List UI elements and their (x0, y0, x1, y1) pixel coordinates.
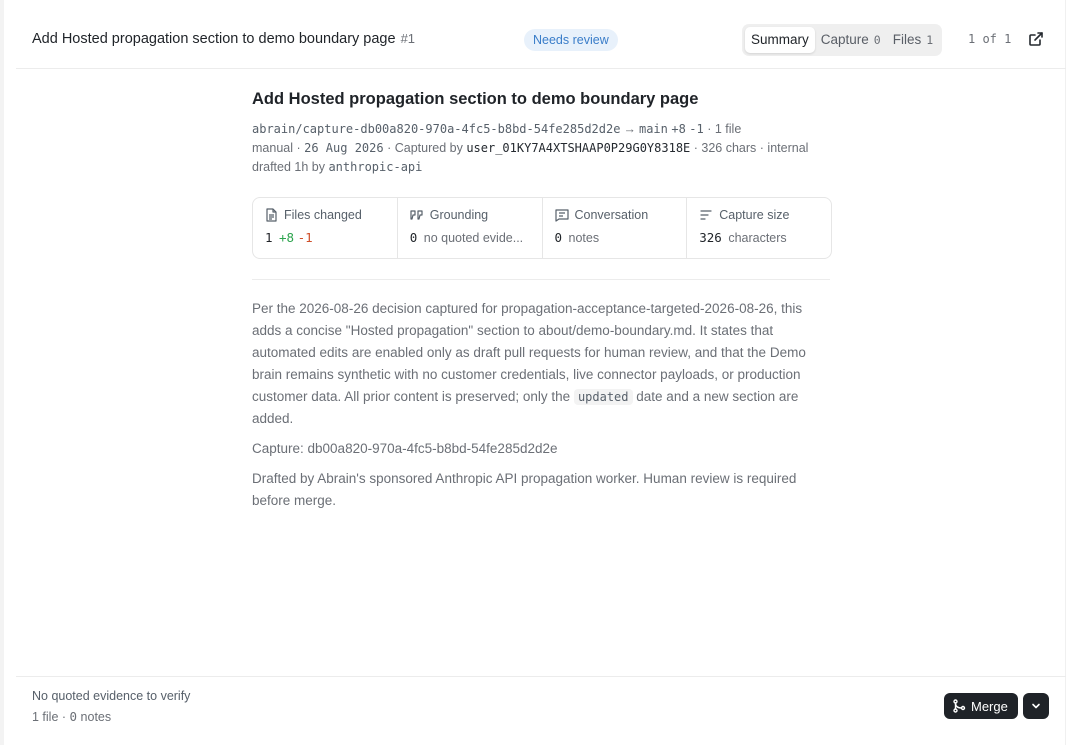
tab-files-label: Files (892, 32, 922, 47)
grounding-value: 0 no quoted evide... (410, 230, 530, 245)
conversation-text: notes (568, 231, 600, 245)
header-bar: Add Hosted propagation section to demo b… (16, 0, 1066, 69)
pr-number: #1 (400, 31, 416, 46)
captured-by-user: user_01KY7A4XTSHAAP0P29G0Y8318E (466, 141, 691, 155)
header-title-text: Add Hosted propagation section to demo b… (32, 31, 396, 47)
branch-line: abrain/capture-db00a820-970a-4fc5-b8bd-5… (252, 120, 832, 139)
drafted-prefix: drafted 1h by (252, 160, 325, 174)
chevron-down-icon (1032, 703, 1040, 709)
capture-size-label-row: Capture size (699, 208, 819, 222)
files-changed-label: Files changed (284, 208, 362, 222)
drafted-line: drafted 1h by anthropic-api (252, 158, 832, 177)
capture-date: 26 Aug 2026 (304, 141, 384, 155)
pr-title: Add Hosted propagation section to demo b… (252, 90, 699, 108)
tab-capture-count: 0 (873, 33, 881, 47)
divider (252, 279, 830, 280)
conversation-label-row: Conversation (554, 208, 675, 222)
stats-cards: Files changed 1 +8 -1 Grounding 0 no quo… (252, 197, 832, 259)
message-icon (554, 208, 569, 222)
chars-label: · 326 chars · (693, 141, 764, 155)
conversation-count: 0 (554, 230, 563, 245)
quote-icon (410, 209, 423, 220)
capture-method: manual · (252, 141, 301, 155)
grounding-card[interactable]: Grounding 0 no quoted evide... (398, 198, 543, 258)
files-deletions: -1 (297, 230, 313, 245)
files-changed-value: 1 +8 -1 (265, 230, 385, 245)
merge-button[interactable]: Merge (944, 693, 1018, 719)
tab-files[interactable]: Files 1 (887, 27, 939, 53)
footer-files: 1 file · (32, 710, 67, 724)
footer-notes-count: 0 (69, 709, 78, 724)
grounding-label: Grounding (429, 208, 489, 222)
source-branch[interactable]: abrain/capture-db00a820-970a-4fc5-b8bd-5… (252, 122, 620, 136)
header-title: Add Hosted propagation section to demo b… (32, 31, 415, 47)
base-branch[interactable]: main (639, 122, 668, 136)
tab-capture-label: Capture (820, 32, 869, 47)
merge-options-button[interactable] (1023, 693, 1049, 719)
drafted-by: anthropic-api (328, 160, 423, 174)
external-link-icon[interactable] (1028, 31, 1044, 47)
merge-button-label: Merge (971, 698, 1008, 714)
files-changed-card[interactable]: Files changed 1 +8 -1 (253, 198, 398, 258)
scrollbar-track[interactable] (1065, 0, 1078, 745)
pager: 1 of 1 (968, 32, 1012, 46)
files-count-label: · 1 file (707, 122, 742, 136)
capture-size-label: Capture size (719, 208, 790, 222)
grounding-count: 0 (409, 230, 418, 245)
capture-size-card[interactable]: Capture size 326 characters (687, 198, 831, 258)
capture-size-count: 326 (699, 230, 722, 245)
files-changed-count: 1 (265, 230, 273, 245)
tab-files-count: 1 (926, 33, 934, 47)
file-icon (266, 208, 277, 222)
conversation-label: Conversation (574, 208, 649, 222)
lines-icon (700, 210, 712, 220)
conversation-card[interactable]: Conversation 0 notes (543, 198, 688, 258)
description-paragraph: Per the 2026-08-26 decision captured for… (252, 298, 832, 430)
captured-by-label: · Captured by (387, 141, 463, 155)
pr-summary: Add Hosted propagation section to demo b… (252, 90, 832, 520)
tab-summary[interactable]: Summary (745, 27, 815, 53)
drafted-note: Drafted by Abrain's sponsored Anthropic … (252, 471, 797, 508)
additions-count: +8 (671, 122, 686, 136)
grounding-text: no quoted evide... (423, 231, 524, 245)
pr-description: Per the 2026-08-26 decision captured for… (252, 298, 832, 512)
left-edge (0, 0, 4, 745)
git-merge-icon (953, 699, 966, 713)
files-additions: +8 (279, 230, 295, 245)
deletions-count: -1 (689, 122, 704, 136)
arrow-icon: → (623, 122, 636, 136)
footer-summary: 1 file · 0 notes (32, 709, 111, 724)
conversation-value: 0 notes (555, 230, 675, 245)
view-tabs: Summary Capture 0 Files 1 (742, 24, 943, 56)
inline-code: updated (573, 389, 633, 405)
capture-reference: Capture: db00a820-970a-4fc5-b8bd-54fe285… (252, 441, 558, 456)
evidence-status: No quoted evidence to verify (32, 689, 191, 703)
visibility-label: internal (767, 141, 809, 155)
grounding-label-row: Grounding (410, 208, 530, 222)
tab-capture[interactable]: Capture 0 (815, 27, 887, 53)
tab-summary-label: Summary (751, 32, 809, 47)
capture-line: manual · 26 Aug 2026 · Captured by user_… (252, 139, 832, 158)
footer-bar: No quoted evidence to verify 1 file · 0 … (16, 676, 1066, 746)
capture-size-text: characters (728, 231, 787, 245)
footer-notes-label: notes (80, 710, 112, 724)
status-badge: Needs review (524, 29, 618, 51)
files-changed-label-row: Files changed (265, 208, 385, 222)
capture-size-value: 326 characters (699, 230, 819, 245)
